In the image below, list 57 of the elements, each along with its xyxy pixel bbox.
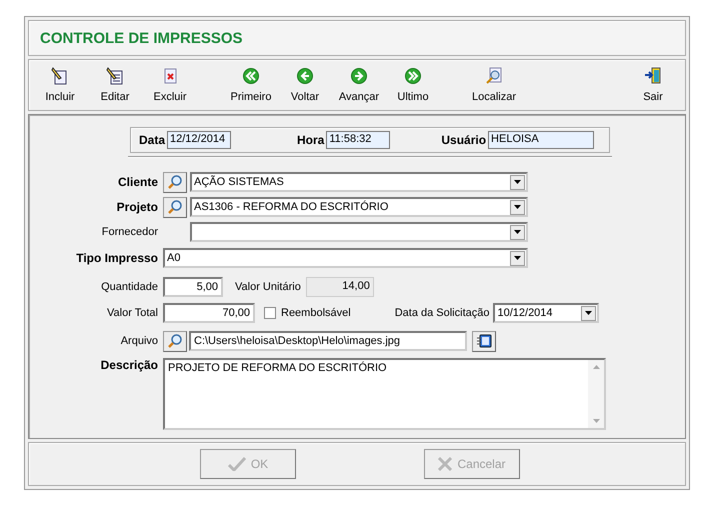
- dropdown-field[interactable]: AÇÃO SISTEMAS: [190, 172, 528, 192]
- readonly-field: 12/12/2014: [167, 131, 232, 149]
- readonly-field: HELOISA: [488, 131, 594, 149]
- search-button[interactable]: [163, 172, 187, 192]
- readonly-field: 11:58:32: [326, 131, 390, 149]
- toolbar-button[interactable]: Voltar: [278, 60, 332, 110]
- toolbar-button[interactable]: Editar: [88, 60, 142, 110]
- pencil-document-icon: [51, 67, 69, 85]
- door-exit-icon: [644, 67, 662, 85]
- search-button[interactable]: [163, 330, 187, 352]
- open-file-button[interactable]: [472, 330, 496, 352]
- field-label: Data da Solicitação: [394, 307, 490, 319]
- x-icon: [438, 457, 452, 471]
- toolbar-button[interactable]: Sair: [626, 60, 680, 110]
- caret-icon: [514, 256, 521, 260]
- toolbar-button[interactable]: Avançar: [332, 60, 386, 110]
- field-label: Valor Total: [106, 307, 159, 319]
- search-icon: [167, 333, 183, 349]
- field-label: Quantidade: [100, 281, 159, 293]
- input-field[interactable]: 70,00: [163, 303, 255, 323]
- search-icon: [485, 67, 503, 85]
- readonly-field: 14,00: [306, 277, 374, 297]
- dropdown-field[interactable]: A0: [163, 248, 528, 268]
- field-label: Data: [139, 133, 166, 147]
- field-label: Cliente: [116, 175, 159, 189]
- checkbox-label: Reembolsável: [281, 307, 351, 319]
- notebook-icon: [476, 334, 492, 348]
- caret-icon: [585, 311, 592, 315]
- toolbar-button[interactable]: Incluir: [33, 60, 87, 110]
- window-title: CONTROLE DE IMPRESSOS: [40, 30, 243, 46]
- caret-icon: [514, 230, 521, 234]
- dropdown-field[interactable]: 10/12/2014: [493, 303, 600, 323]
- toolbar-button[interactable]: Localizar: [467, 60, 521, 110]
- field-label: Arquivo: [120, 335, 159, 347]
- field-label: Hora: [297, 133, 324, 147]
- field-label: Usuário: [441, 133, 486, 147]
- field-label: Tipo Impresso: [75, 251, 159, 265]
- dropdown-field[interactable]: [190, 222, 528, 242]
- toolbar-button[interactable]: Primeiro: [224, 60, 278, 110]
- text-area[interactable]: PROJETO DE REFORMA DO ESCRITÓRIO: [163, 358, 606, 430]
- checkmark-icon: [228, 457, 246, 471]
- search-button[interactable]: [163, 196, 187, 218]
- field-label: Fornecedor: [100, 226, 159, 238]
- search-icon: [167, 199, 183, 215]
- pencil-document-icon: [106, 67, 124, 85]
- input-field[interactable]: 5,00: [163, 277, 223, 297]
- checkbox[interactable]: [264, 307, 276, 319]
- search-icon: [167, 174, 183, 190]
- field-label: Valor Unitário: [235, 281, 301, 293]
- toolbar-button[interactable]: Ultimo: [386, 60, 440, 110]
- input-field[interactable]: C:\Users\heloisa\Desktop\Helo\images.jpg: [189, 331, 467, 351]
- caret-icon: [514, 180, 521, 184]
- toolbar-button[interactable]: Excluir: [143, 60, 197, 110]
- field-label: Descrição: [100, 358, 159, 372]
- caret-icon: [514, 205, 521, 209]
- dropdown-field[interactable]: AS1306 - REFORMA DO ESCRITÓRIO: [190, 197, 528, 217]
- field-label: Projeto: [116, 200, 159, 214]
